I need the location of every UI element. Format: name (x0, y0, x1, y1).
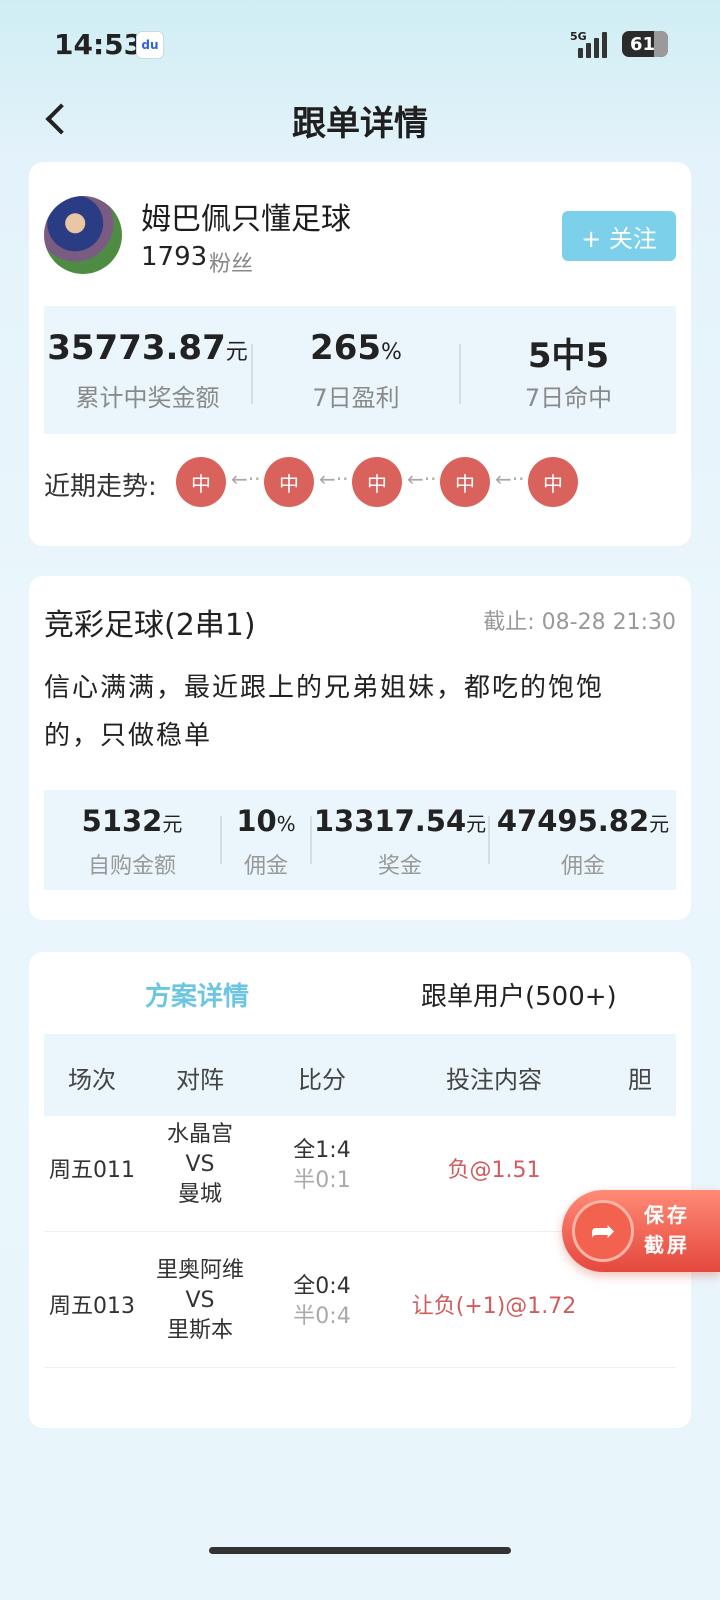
tab-follow-users[interactable]: 跟单用户(500+) (421, 976, 617, 1013)
trend-hit-badge: 中 (528, 457, 578, 507)
trend-hit-badge: 中 (440, 457, 490, 507)
score: 全0:4 半0:4 (293, 1274, 351, 1329)
avatar[interactable] (44, 196, 122, 274)
fans-label: 粉丝 (209, 252, 254, 277)
col-score: 比分 (298, 1066, 346, 1094)
battery-level: 61 (630, 33, 656, 55)
network-type: 5G (570, 30, 587, 43)
nav-bar: 跟单详情 (0, 90, 720, 146)
trend-arrow-icon: ←·· (319, 467, 349, 491)
col-banker: 胆 (628, 1066, 652, 1094)
bet-content: 负@1.51 (447, 1158, 541, 1183)
col-match: 对阵 (176, 1066, 224, 1094)
user-name: 姆巴佩只懂足球 (141, 202, 351, 237)
match-no: 周五011 (49, 1158, 135, 1183)
col-bet: 投注内容 (446, 1066, 542, 1094)
battery-icon: 61 (622, 31, 668, 57)
match-teams: 里奥阿维 VS 里斯本 (155, 1258, 244, 1343)
trend-arrow-icon: ←·· (231, 467, 261, 491)
trend-hit-badge: 中 (264, 457, 314, 507)
trend-label: 近期走势: (44, 472, 157, 502)
save-screenshot-button[interactable]: ➦ 保存 截屏 (562, 1190, 720, 1272)
stat-7day-profit: 265% 7日盈利 (310, 328, 402, 412)
tab-plan-details[interactable]: 方案详情 (145, 976, 249, 1013)
stat-commission-rate: 10% 佣金 (236, 804, 296, 879)
match-teams: 水晶宫 VS 曼城 (166, 1122, 233, 1207)
stat-7day-hit: 5中5 7日命中 (524, 336, 613, 412)
fans-count: 1793 (141, 242, 208, 272)
baidu-app-icon: du (136, 31, 164, 59)
follow-button[interactable]: + 关注 (562, 211, 676, 261)
stat-commission: 47495.82元 佣金 (496, 804, 670, 879)
details-card: 方案详情 跟单用户(500+) 场次 对阵 比分 投注内容 胆 周五011 水晶… (29, 952, 691, 1428)
plan-description: 信心满满，最近跟上的兄弟姐妹，都吃的饱饱的，只做稳单 (44, 673, 605, 751)
signal-icon: 5G (570, 30, 610, 58)
stats-panel: 35773.87元 累计中奖金额 265% 7日盈利 5中5 7日命中 (44, 306, 676, 434)
trend-arrow-icon: ←·· (495, 467, 525, 491)
game-title: 竞彩足球(2串1) (44, 608, 256, 643)
bet-content: 让负(+1)@1.72 (411, 1294, 577, 1319)
plan-card: 竞彩足球(2串1) 截止: 08-28 21:30 信心满满，最近跟上的兄弟姐妹… (29, 576, 691, 920)
trend-hit-badge: 中 (352, 457, 402, 507)
share-arrow-icon: ➦ (572, 1200, 634, 1262)
trend-arrow-icon: ←·· (407, 467, 437, 491)
stat-prize: 13317.54元 奖金 (313, 804, 487, 879)
deadline: 截止: 08-28 21:30 (483, 610, 676, 635)
status-time: 14:53 (54, 28, 144, 61)
money-panel: 5132元 自购金额 10% 佣金 13317.54元 奖金 47495.82元… (44, 790, 676, 890)
stat-self-purchase: 5132元 自购金额 (81, 804, 183, 879)
save-screenshot-label: 保存 截屏 (644, 1203, 690, 1257)
stat-total-winnings: 35773.87元 累计中奖金额 (47, 328, 248, 412)
page-title: 跟单详情 (292, 104, 428, 144)
home-indicator[interactable] (209, 1547, 511, 1554)
score: 全1:4 半0:1 (293, 1138, 351, 1193)
status-bar: 14:53 du 5G 61 (0, 0, 720, 90)
profile-card: 姆巴佩只懂足球 1793 粉丝 + 关注 35773.87元 累计中奖金额 26… (29, 162, 691, 546)
col-match-no: 场次 (68, 1066, 116, 1094)
match-no: 周五013 (49, 1294, 135, 1319)
trend-hit-badge: 中 (176, 457, 226, 507)
